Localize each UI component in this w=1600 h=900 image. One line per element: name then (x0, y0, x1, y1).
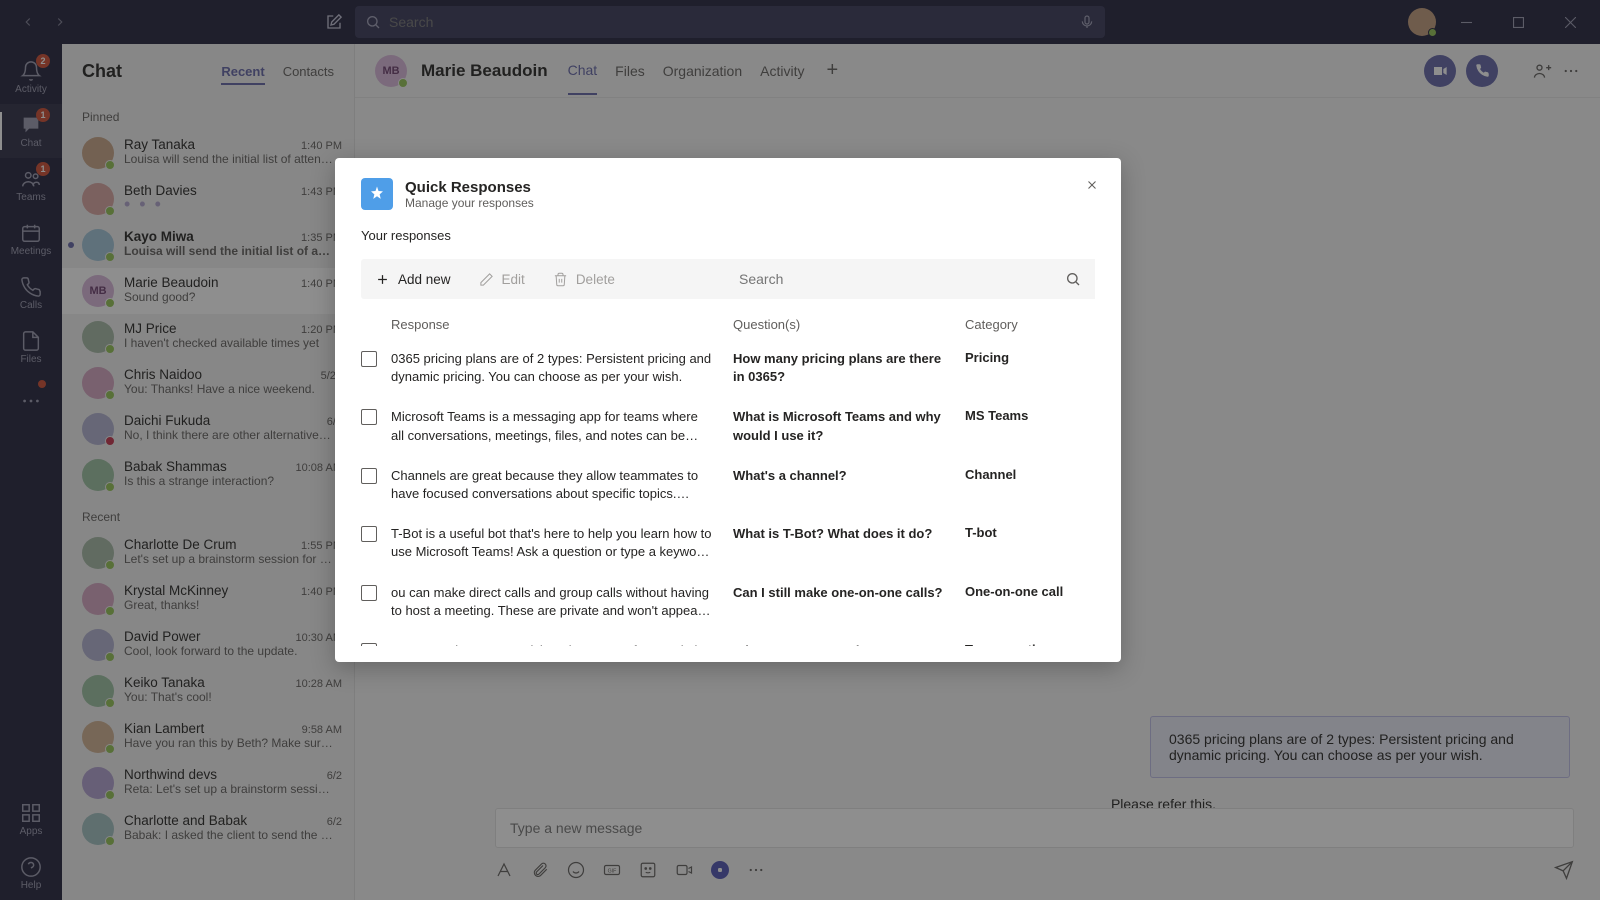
row-response: Microsoft Teams is a messaging app for t… (391, 408, 733, 444)
row-question: How many pricing plans are there in 0365… (733, 350, 965, 386)
responses-search-input[interactable] (739, 271, 1065, 287)
col-questions: Question(s) (733, 317, 965, 332)
row-category: Pricing (965, 350, 1103, 386)
row-checkbox[interactable] (361, 643, 377, 646)
row-category: T-bot (965, 525, 1103, 561)
row-response: 0365 pricing plans are of 2 types: Persi… (391, 350, 733, 386)
row-category: One-on-one call (965, 584, 1103, 620)
row-question: What is Microsoft Teams and why would I … (733, 408, 965, 444)
delete-button[interactable]: Delete (539, 259, 629, 299)
row-checkbox[interactable] (361, 585, 377, 601)
row-question: Can I still make one-on-one calls? (733, 584, 965, 620)
add-new-button[interactable]: Add new (361, 259, 465, 299)
row-response: Channels are great because they allow te… (391, 467, 733, 503)
table-row[interactable]: ou can make direct calls and group calls… (361, 576, 1103, 634)
edit-button[interactable]: Edit (465, 259, 539, 299)
modal-title: Quick Responses (405, 179, 534, 196)
quick-responses-modal: Quick Responses Manage your responses Yo… (335, 158, 1121, 662)
table-row[interactable]: T-Bot is a useful bot that's here to hel… (361, 517, 1103, 575)
row-category: Team meeting (965, 642, 1103, 646)
row-checkbox[interactable] (361, 351, 377, 367)
row-checkbox[interactable] (361, 409, 377, 425)
row-response: Team meetings are a quick and easy way f… (391, 642, 733, 646)
row-question: What is T-Bot? What does it do? (733, 525, 965, 561)
table-body: 0365 pricing plans are of 2 types: Persi… (335, 342, 1121, 646)
row-checkbox[interactable] (361, 468, 377, 484)
table-row[interactable]: Team meetings are a quick and easy way f… (361, 634, 1103, 646)
search-icon[interactable] (1065, 271, 1081, 287)
row-category: MS Teams (965, 408, 1103, 444)
modal-subtitle: Manage your responses (405, 196, 534, 210)
quick-responses-app-icon (361, 178, 393, 210)
responses-toolbar: Add new Edit Delete (361, 259, 1095, 299)
row-question: What's a channel? (733, 467, 965, 503)
modal-close-button[interactable] (1081, 174, 1103, 196)
row-checkbox[interactable] (361, 526, 377, 542)
row-question: What are team meetings? (733, 642, 965, 646)
table-row[interactable]: 0365 pricing plans are of 2 types: Persi… (361, 342, 1103, 400)
table-row[interactable]: Channels are great because they allow te… (361, 459, 1103, 517)
your-responses-label: Your responses (335, 218, 1121, 247)
table-row[interactable]: Microsoft Teams is a messaging app for t… (361, 400, 1103, 458)
col-category: Category (965, 317, 1095, 332)
row-response: ou can make direct calls and group calls… (391, 584, 733, 620)
table-header: Response Question(s) Category (335, 299, 1121, 342)
row-category: Channel (965, 467, 1103, 503)
row-response: T-Bot is a useful bot that's here to hel… (391, 525, 733, 561)
col-response: Response (391, 317, 733, 332)
